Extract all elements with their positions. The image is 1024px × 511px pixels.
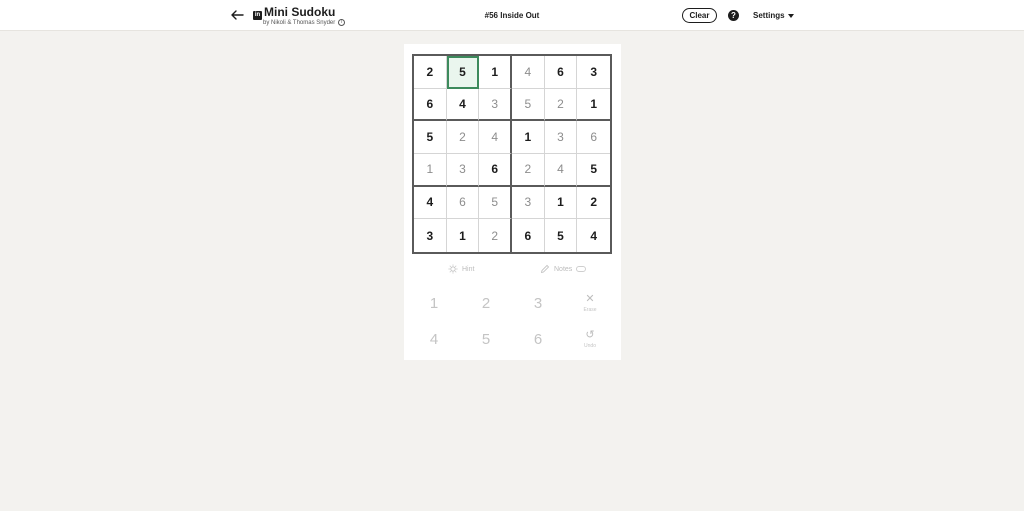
sudoku-cell-r5-c3[interactable]: 6 <box>512 219 545 252</box>
settings-label: Settings <box>753 11 785 20</box>
sudoku-cell-r5-c5[interactable]: 4 <box>577 219 610 252</box>
sudoku-cell-r4-c5[interactable]: 2 <box>577 187 610 220</box>
hint-label: Hint <box>462 265 475 273</box>
tool-row: Hint Notes <box>404 264 621 278</box>
key-3[interactable]: 3 <box>523 288 553 318</box>
sudoku-cell-r3-c2[interactable]: 6 <box>479 154 512 187</box>
sudoku-cell-r3-c3[interactable]: 2 <box>512 154 545 187</box>
sudoku-cell-r1-c0[interactable]: 6 <box>414 88 447 122</box>
sudoku-cell-r0-c4[interactable]: 6 <box>544 56 578 89</box>
pencil-icon <box>540 264 550 274</box>
sudoku-cell-r3-c1[interactable]: 3 <box>446 154 480 187</box>
sudoku-cell-r2-c1[interactable]: 2 <box>446 121 480 154</box>
sudoku-cell-r0-c3[interactable]: 4 <box>512 56 545 89</box>
notes-label: Notes <box>554 265 573 273</box>
key-1[interactable]: 1 <box>419 288 449 318</box>
sudoku-cell-r2-c2[interactable]: 4 <box>479 121 512 154</box>
game-panel: 251463643521524136136245465312312654 Hin… <box>404 44 621 360</box>
undo-icon: ↺ <box>585 328 595 341</box>
sudoku-cell-r3-c0[interactable]: 1 <box>414 154 447 187</box>
sudoku-cell-r2-c4[interactable]: 3 <box>544 121 578 154</box>
close-icon: ✕ <box>585 292 595 305</box>
lightbulb-icon <box>448 264 458 274</box>
key-4[interactable]: 4 <box>419 324 449 354</box>
sudoku-cell-r1-c3[interactable]: 5 <box>512 88 545 122</box>
sudoku-cell-r1-c2[interactable]: 3 <box>479 88 512 122</box>
number-keypad: 1 2 3 ✕ Erase 4 5 6 ↺ Undo <box>404 288 621 360</box>
chevron-down-icon <box>787 13 794 18</box>
sudoku-cell-r4-c1[interactable]: 6 <box>446 186 480 220</box>
sudoku-cell-r4-c3[interactable]: 3 <box>512 186 545 220</box>
sudoku-cell-r2-c3[interactable]: 1 <box>512 121 545 154</box>
sudoku-cell-r5-c0[interactable]: 3 <box>414 219 447 252</box>
undo-label: Undo <box>584 342 596 349</box>
key-6[interactable]: 6 <box>523 324 553 354</box>
sudoku-cell-r0-c0[interactable]: 2 <box>414 56 447 89</box>
sudoku-cell-r0-c2[interactable]: 1 <box>479 56 512 89</box>
byline-text: by Nikoli & Thomas Snyder <box>263 19 336 26</box>
notes-toggle[interactable]: Notes <box>540 264 587 274</box>
sudoku-cell-r5-c1[interactable]: 1 <box>447 219 480 252</box>
erase-button[interactable]: ✕ Erase <box>575 288 605 318</box>
sudoku-cell-r4-c2[interactable]: 5 <box>479 186 512 220</box>
sudoku-cell-r3-c5[interactable]: 5 <box>577 154 610 187</box>
sudoku-cell-r0-c5[interactable]: 3 <box>577 56 610 89</box>
hint-button[interactable]: Hint <box>448 264 474 274</box>
sudoku-cell-r1-c4[interactable]: 2 <box>544 88 578 122</box>
byline: by Nikoli & Thomas Snyder i <box>263 19 346 26</box>
erase-label: Erase <box>583 306 597 313</box>
sudoku-cell-r0-c1[interactable]: 5 <box>446 56 480 89</box>
notes-switch[interactable] <box>576 266 587 272</box>
sudoku-cell-r2-c0[interactable]: 5 <box>414 121 447 154</box>
top-bar: in Mini Sudoku by Nikoli & Thomas Snyder… <box>0 0 1024 31</box>
undo-button[interactable]: ↺ Undo <box>575 324 605 354</box>
puzzle-name: #56 Inside Out <box>484 11 540 20</box>
key-5[interactable]: 5 <box>471 324 501 354</box>
key-2[interactable]: 2 <box>471 288 501 318</box>
sudoku-cell-r2-c5[interactable]: 6 <box>577 121 610 154</box>
sudoku-cell-r4-c4[interactable]: 1 <box>544 186 578 220</box>
info-icon[interactable]: i <box>338 19 346 26</box>
sudoku-cell-r1-c5[interactable]: 1 <box>577 89 610 122</box>
help-icon[interactable]: ? <box>728 10 739 21</box>
clear-button[interactable]: Clear <box>682 8 717 23</box>
sudoku-grid: 251463643521524136136245465312312654 <box>412 54 612 254</box>
sudoku-cell-r4-c0[interactable]: 4 <box>414 186 447 220</box>
sudoku-cell-r5-c4[interactable]: 5 <box>545 219 578 252</box>
settings-menu[interactable]: Settings <box>753 11 794 20</box>
sudoku-cell-r3-c4[interactable]: 4 <box>544 154 578 187</box>
sudoku-cell-r1-c1[interactable]: 4 <box>446 88 480 122</box>
sudoku-cell-r5-c2[interactable]: 2 <box>479 219 512 252</box>
